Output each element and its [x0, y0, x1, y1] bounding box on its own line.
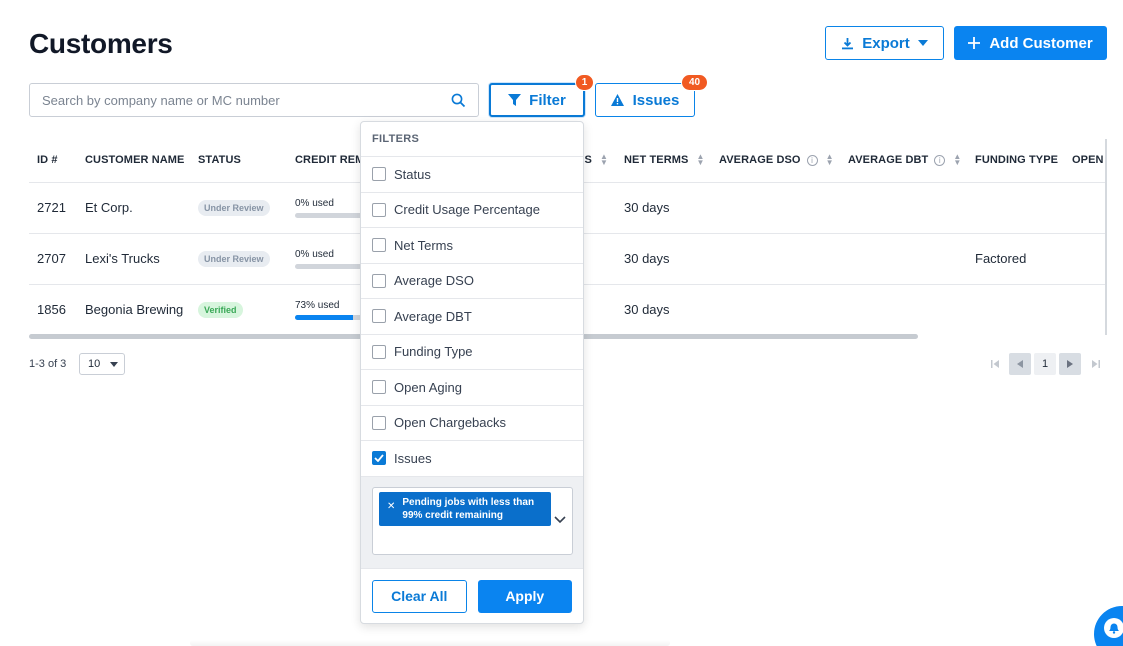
next-page-button[interactable]	[1059, 353, 1081, 375]
cell-funding	[967, 182, 1064, 234]
add-customer-button[interactable]: Add Customer	[954, 26, 1107, 60]
apply-button[interactable]: Apply	[477, 579, 572, 613]
sort-icon[interactable]: ▲ ▼	[826, 153, 834, 167]
search-icon[interactable]	[451, 93, 466, 108]
help-button[interactable]	[1094, 606, 1123, 646]
check-icon	[374, 454, 384, 463]
filters-header: FILTERS	[361, 122, 583, 157]
col-id[interactable]: ID #	[29, 139, 77, 183]
filter-count-badge: 1	[575, 74, 594, 91]
chevron-down-icon[interactable]	[554, 515, 566, 524]
col-average-dbt[interactable]: AVERAGE DBT i ▲ ▼	[840, 139, 967, 183]
filter-item-net-terms[interactable]: Net Terms	[361, 228, 583, 264]
col-net-terms[interactable]: NET TERMS ▲ ▼	[616, 139, 711, 183]
page-title: Customers	[29, 28, 173, 59]
search-box	[29, 83, 479, 117]
cell-name[interactable]: Et Corp.	[77, 182, 190, 234]
page-number[interactable]: 1	[1034, 353, 1056, 375]
close-icon[interactable]: ✕	[387, 500, 395, 513]
status-badge: Under Review	[198, 251, 270, 267]
sort-icon[interactable]: ▲ ▼	[600, 153, 608, 167]
checkbox[interactable]	[372, 309, 386, 324]
prev-page-button[interactable]	[1009, 353, 1031, 375]
issues-label: Issues	[632, 91, 680, 109]
cell-id: 2721	[29, 182, 77, 234]
cell-id: 1856	[29, 284, 77, 335]
col-customer-name[interactable]: CUSTOMER NAME	[77, 139, 190, 183]
first-page-icon[interactable]	[988, 353, 1002, 375]
add-customer-label: Add Customer	[989, 34, 1093, 52]
checkbox-checked[interactable]	[372, 451, 386, 466]
filter-item-status[interactable]: Status	[361, 157, 583, 193]
cell-net-terms: 30 days	[616, 233, 711, 285]
clear-all-button[interactable]: Clear All	[372, 579, 467, 613]
pagination-count: 1-3 of 3	[29, 358, 67, 370]
checkbox[interactable]	[372, 415, 386, 430]
filter-item-open-aging[interactable]: Open Aging	[361, 370, 583, 406]
checkbox[interactable]	[372, 238, 386, 253]
caret-down-icon	[917, 40, 928, 46]
checkbox[interactable]	[372, 380, 386, 395]
cell-net-terms: 30 days	[616, 284, 711, 335]
filter-actions: Clear All Apply	[361, 569, 583, 613]
checkbox[interactable]	[372, 273, 386, 288]
shadow-divider	[190, 640, 670, 646]
filter-label: Filter	[529, 91, 566, 109]
issues-count-badge: 40	[681, 74, 708, 91]
cell-name[interactable]: Lexi's Trucks	[77, 233, 190, 285]
search-input[interactable]	[42, 92, 451, 108]
filters-dropdown: FILTERS Status Credit Usage Percentage N…	[360, 121, 584, 624]
info-icon[interactable]: i	[806, 154, 818, 166]
filter-button[interactable]: Filter	[489, 83, 585, 117]
info-icon[interactable]: i	[934, 154, 946, 166]
cell-funding: Factored	[967, 233, 1064, 285]
chevron-right-icon	[1067, 360, 1073, 368]
export-button[interactable]: Export	[825, 26, 944, 60]
warning-icon	[610, 94, 624, 106]
caret-down-icon	[110, 361, 119, 367]
filter-item-average-dbt[interactable]: Average DBT	[361, 299, 583, 335]
selected-tag: ✕ Pending jobs with less than 99% credit…	[379, 491, 551, 526]
checkbox[interactable]	[372, 344, 386, 359]
cell-id: 2707	[29, 233, 77, 285]
checkbox[interactable]	[372, 167, 386, 182]
col-open[interactable]: OPEN	[1064, 139, 1105, 183]
plus-icon	[968, 37, 981, 49]
col-average-dso[interactable]: AVERAGE DSO i ▲ ▼	[711, 139, 840, 183]
selected-tag-label: Pending jobs with less than 99% credit r…	[402, 496, 535, 521]
filter-item-credit-usage[interactable]: Credit Usage Percentage	[361, 193, 583, 228]
issues-filter-panel: ✕ Pending jobs with less than 99% credit…	[361, 476, 583, 569]
cell-name[interactable]: Begonia Brewing	[77, 284, 190, 335]
filter-item-funding-type[interactable]: Funding Type	[361, 335, 583, 370]
funnel-icon	[508, 94, 522, 106]
chevron-left-icon	[1017, 360, 1023, 368]
sort-icon[interactable]: ▲ ▼	[953, 153, 961, 167]
col-funding-type[interactable]: FUNDING TYPE	[967, 139, 1064, 183]
checkbox[interactable]	[372, 202, 386, 217]
issues-multiselect[interactable]: ✕ Pending jobs with less than 99% credit…	[372, 486, 573, 555]
bell-icon	[1104, 618, 1123, 638]
download-icon	[842, 37, 854, 49]
filter-item-open-chargebacks[interactable]: Open Chargebacks	[361, 406, 583, 441]
status-badge: Verified	[198, 302, 243, 318]
export-label: Export	[862, 34, 910, 52]
cell-net-terms: 30 days	[616, 182, 711, 234]
filter-item-issues[interactable]: Issues	[361, 441, 583, 477]
last-page-icon[interactable]	[1089, 353, 1103, 375]
col-status[interactable]: STATUS	[190, 139, 287, 183]
sort-icon[interactable]: ▲ ▼	[696, 153, 704, 167]
issues-button[interactable]: Issues	[595, 83, 695, 117]
page-size-select[interactable]: 10	[79, 353, 125, 375]
page-size-value: 10	[88, 358, 101, 370]
status-badge: Under Review	[198, 200, 270, 216]
usage-fill	[295, 314, 354, 320]
filter-item-average-dso[interactable]: Average DSO	[361, 264, 583, 299]
cell-funding	[967, 284, 1064, 335]
